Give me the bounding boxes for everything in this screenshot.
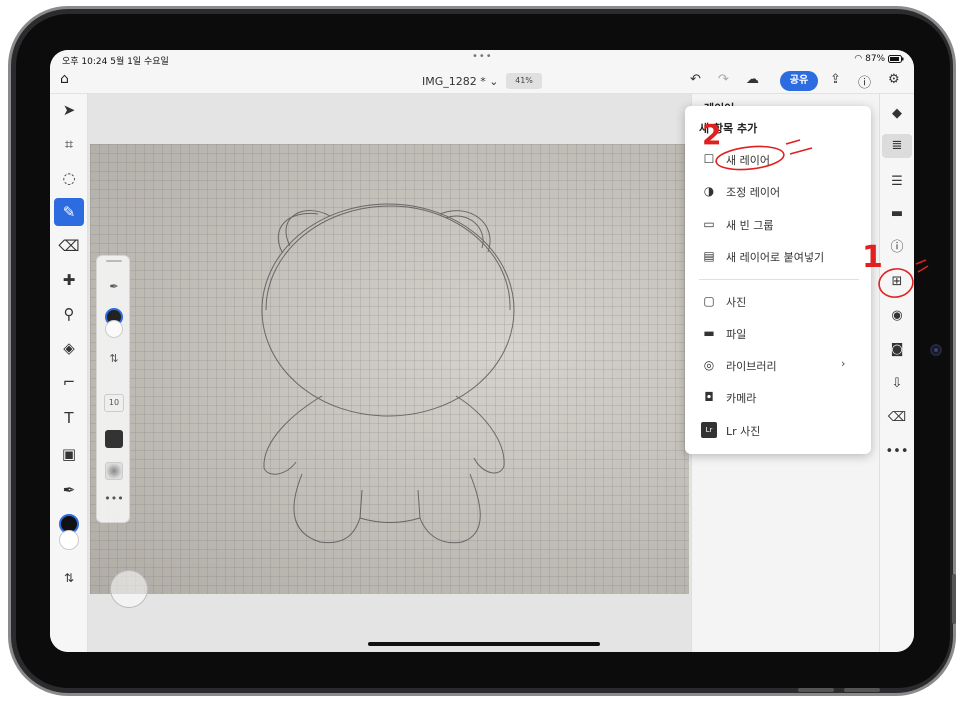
add-image-tool-icon[interactable]: ▣ — [54, 440, 84, 468]
document-title[interactable]: IMG_1282 * ⌄ — [422, 75, 498, 88]
zoom-level[interactable]: 41% — [506, 73, 542, 89]
battery-percent: 87% — [865, 54, 886, 64]
canvas-area[interactable] — [88, 94, 691, 652]
chevron-right-icon: › — [841, 357, 846, 370]
layer-properties-icon[interactable]: ≣ — [882, 134, 912, 158]
menu-item-camera[interactable]: ◘ 카메라 — [685, 384, 871, 410]
right-toolbar: ◆ ≣ ☰ ▬ ⓘ ⊞ ◉ ◙ ⇩ ⌫ ••• — [879, 94, 914, 652]
library-icon: ◎ — [703, 358, 715, 372]
menu-item-file[interactable]: ▬ 파일 — [685, 320, 871, 346]
clipboard-icon: ▤ — [703, 249, 715, 263]
help-icon[interactable]: ⓘ — [858, 72, 871, 91]
menu-item-label: 새 레이어로 붙여넣기 — [726, 251, 825, 264]
sketch-photo[interactable] — [90, 144, 689, 594]
brush-opacity-swatch[interactable] — [105, 430, 123, 448]
battery-icon — [888, 54, 904, 63]
fill-tool-icon[interactable]: ◈ — [54, 334, 84, 362]
lasso-tool-icon[interactable]: ◌ — [54, 164, 84, 192]
panel-swap-icon[interactable]: ⇅ — [97, 352, 131, 365]
status-time: 오후 10:24 5월 1일 수요일 — [62, 57, 169, 67]
swap-colors-icon[interactable]: ⇅ — [54, 564, 84, 592]
comments-icon[interactable]: ▬ — [882, 202, 912, 226]
menu-item-label: Lr 사진 — [726, 425, 761, 438]
settings-icon[interactable]: ⚙ — [888, 72, 900, 87]
folder-icon: ▬ — [703, 326, 715, 340]
menu-item-label: 조정 레이어 — [726, 186, 781, 199]
healing-tool-icon[interactable]: ✚ — [54, 266, 84, 294]
annotation-step-1-marks — [878, 259, 929, 298]
panel-handle[interactable] — [106, 260, 122, 262]
mask-icon[interactable]: ◙ — [882, 338, 912, 362]
menu-item-label: 새 빈 그룹 — [726, 219, 774, 232]
share-button[interactable]: 공유 — [780, 71, 818, 91]
clone-tool-icon[interactable]: ⚲ — [54, 300, 84, 328]
menu-item-new-empty-group[interactable]: ▭ 새 빈 그룹 — [685, 211, 871, 237]
eyedropper-icon[interactable]: ✒ — [97, 280, 131, 293]
menu-item-library[interactable]: ◎ 라이브러리 › — [685, 352, 871, 378]
crop-tool-icon[interactable]: ⌐ — [54, 368, 84, 396]
eyedropper-tool-icon[interactable]: ✒ — [54, 476, 84, 504]
menu-item-label: 파일 — [726, 328, 747, 341]
more-options-icon[interactable]: ••• — [97, 492, 131, 505]
multitask-dots[interactable]: ••• — [472, 51, 493, 62]
battery-indicator: ◠ 87% — [854, 54, 904, 64]
menu-item-label: 사진 — [726, 296, 747, 309]
folder-open-icon: ▭ — [703, 217, 715, 231]
left-toolbar: ➤ ⌗ ◌ ✎ ⌫ ✚ ⚲ ◈ ⌐ T ▣ ✒ ⇅ — [50, 94, 88, 652]
camera-icon: ◘ — [704, 390, 714, 404]
menu-item-label: 카메라 — [726, 392, 757, 405]
transform-tool-icon[interactable]: ⌗ — [54, 130, 84, 158]
layers-icon[interactable]: ◆ — [882, 102, 912, 126]
redo-icon[interactable]: ↷ — [718, 72, 729, 87]
home-indicator[interactable] — [368, 642, 600, 646]
export-icon[interactable]: ⇪ — [830, 72, 841, 87]
bottom-button — [798, 688, 834, 692]
merge-icon[interactable]: ⇩ — [882, 372, 912, 396]
select-tool-icon[interactable]: ➤ — [54, 96, 84, 124]
eraser-tool-icon[interactable]: ⌫ — [54, 232, 84, 260]
status-bar: 오후 10:24 5월 1일 수요일 ••• ◠ 87% — [50, 50, 914, 68]
bear-sketch-image — [261, 203, 515, 544]
brush-size-box[interactable]: 10 — [104, 394, 124, 412]
annotation-step-2-marks — [715, 139, 813, 171]
volume-button — [952, 574, 956, 624]
menu-item-photo[interactable]: ▢ 사진 — [685, 288, 871, 314]
clear-icon[interactable]: ⌫ — [882, 406, 912, 430]
bottom-button — [844, 688, 880, 692]
menu-divider — [699, 279, 859, 280]
photo-icon: ▢ — [703, 294, 715, 308]
menu-item-paste-as-layer[interactable]: ▤ 새 레이어로 붙여넣기 — [685, 243, 871, 269]
home-icon[interactable]: ⌂ — [60, 71, 69, 87]
brush-tool-icon[interactable]: ✎ — [54, 198, 84, 226]
brush-softness-swatch[interactable] — [105, 462, 123, 480]
top-bar: ⌂ IMG_1282 * ⌄ 41% ↶ ↷ ☁ 공유 ⇪ ⓘ ⚙ — [50, 68, 914, 94]
panel-bg-color[interactable] — [105, 320, 123, 338]
cloud-icon[interactable]: ☁ — [746, 72, 759, 87]
type-tool-icon[interactable]: T — [54, 404, 84, 432]
brush-settings-panel: ✒ ⇅ 10 ••• — [96, 255, 130, 523]
menu-item-lr-photo[interactable]: Lr Lr 사진 — [685, 417, 871, 443]
background-color-swatch[interactable] — [59, 530, 79, 550]
lightroom-icon: Lr — [701, 422, 717, 438]
menu-item-label: 라이브러리 — [726, 360, 777, 373]
adjustments-icon[interactable]: ☰ — [882, 170, 912, 194]
wifi-icon: ◠ — [854, 54, 866, 64]
undo-icon[interactable]: ↶ — [690, 72, 701, 87]
touch-shortcut-button[interactable] — [110, 570, 148, 608]
more-layer-options-icon[interactable]: ••• — [882, 440, 912, 464]
camera-icon — [930, 344, 942, 356]
